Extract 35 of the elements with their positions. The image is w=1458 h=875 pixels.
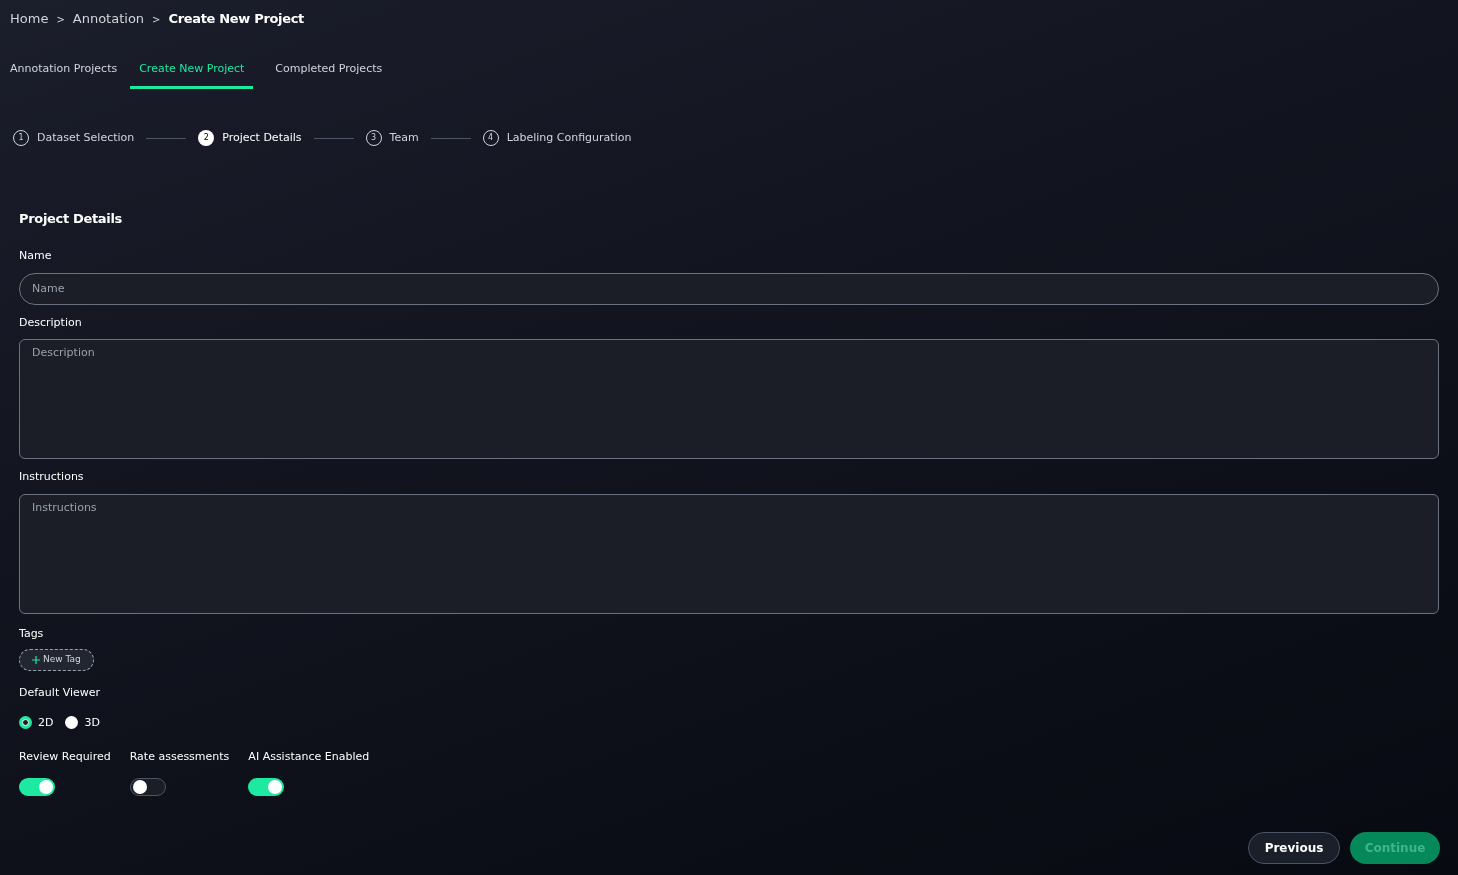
- field-label: Tags: [19, 625, 45, 642]
- field-label: Description: [19, 314, 83, 331]
- step-number: 2: [198, 130, 215, 147]
- radio-label: 2D: [38, 714, 54, 731]
- breadcrumb-link[interactable]: Home: [10, 9, 49, 29]
- input-field[interactable]: Name: [19, 272, 1439, 305]
- tab[interactable]: Annotation Projects: [10, 52, 118, 89]
- tab[interactable]: Create New Project: [130, 52, 254, 89]
- step-label: Team: [389, 130, 419, 146]
- tab[interactable]: Completed Projects: [275, 52, 383, 89]
- breadcrumb-link[interactable]: Annotation: [72, 9, 145, 29]
- new-tag-button[interactable]: New Tag: [19, 649, 94, 671]
- plus-icon: [32, 656, 40, 664]
- toggle-switch[interactable]: [248, 777, 285, 796]
- breadcrumb-current: Create New Project: [168, 10, 304, 29]
- previous-button[interactable]: Previous: [1248, 832, 1340, 864]
- breadcrumb-separator: >: [152, 12, 161, 27]
- step-label: Dataset Selection: [37, 130, 135, 146]
- radio-label: 3D: [84, 714, 100, 731]
- breadcrumb-separator: >: [56, 12, 65, 27]
- field-label: Default Viewer: [19, 685, 102, 701]
- step-label: Labeling Configuration: [506, 130, 632, 146]
- field-label: Name: [19, 248, 53, 264]
- toggle-label: AI Assistance Enabled: [248, 749, 370, 765]
- text-area[interactable]: Description: [19, 339, 1439, 459]
- text-area[interactable]: Instructions: [19, 493, 1439, 614]
- toggle-switch[interactable]: [19, 777, 55, 796]
- toggle-switch[interactable]: [129, 777, 166, 796]
- section-title: Project Details: [19, 209, 123, 228]
- toggle-label: Review Required: [19, 749, 111, 765]
- radio-button[interactable]: [19, 716, 32, 730]
- radio-button[interactable]: [65, 716, 79, 730]
- toggle-label: Rate assessments: [129, 749, 230, 765]
- step-label: Project Details: [222, 130, 302, 146]
- field-label: Instructions: [19, 469, 85, 485]
